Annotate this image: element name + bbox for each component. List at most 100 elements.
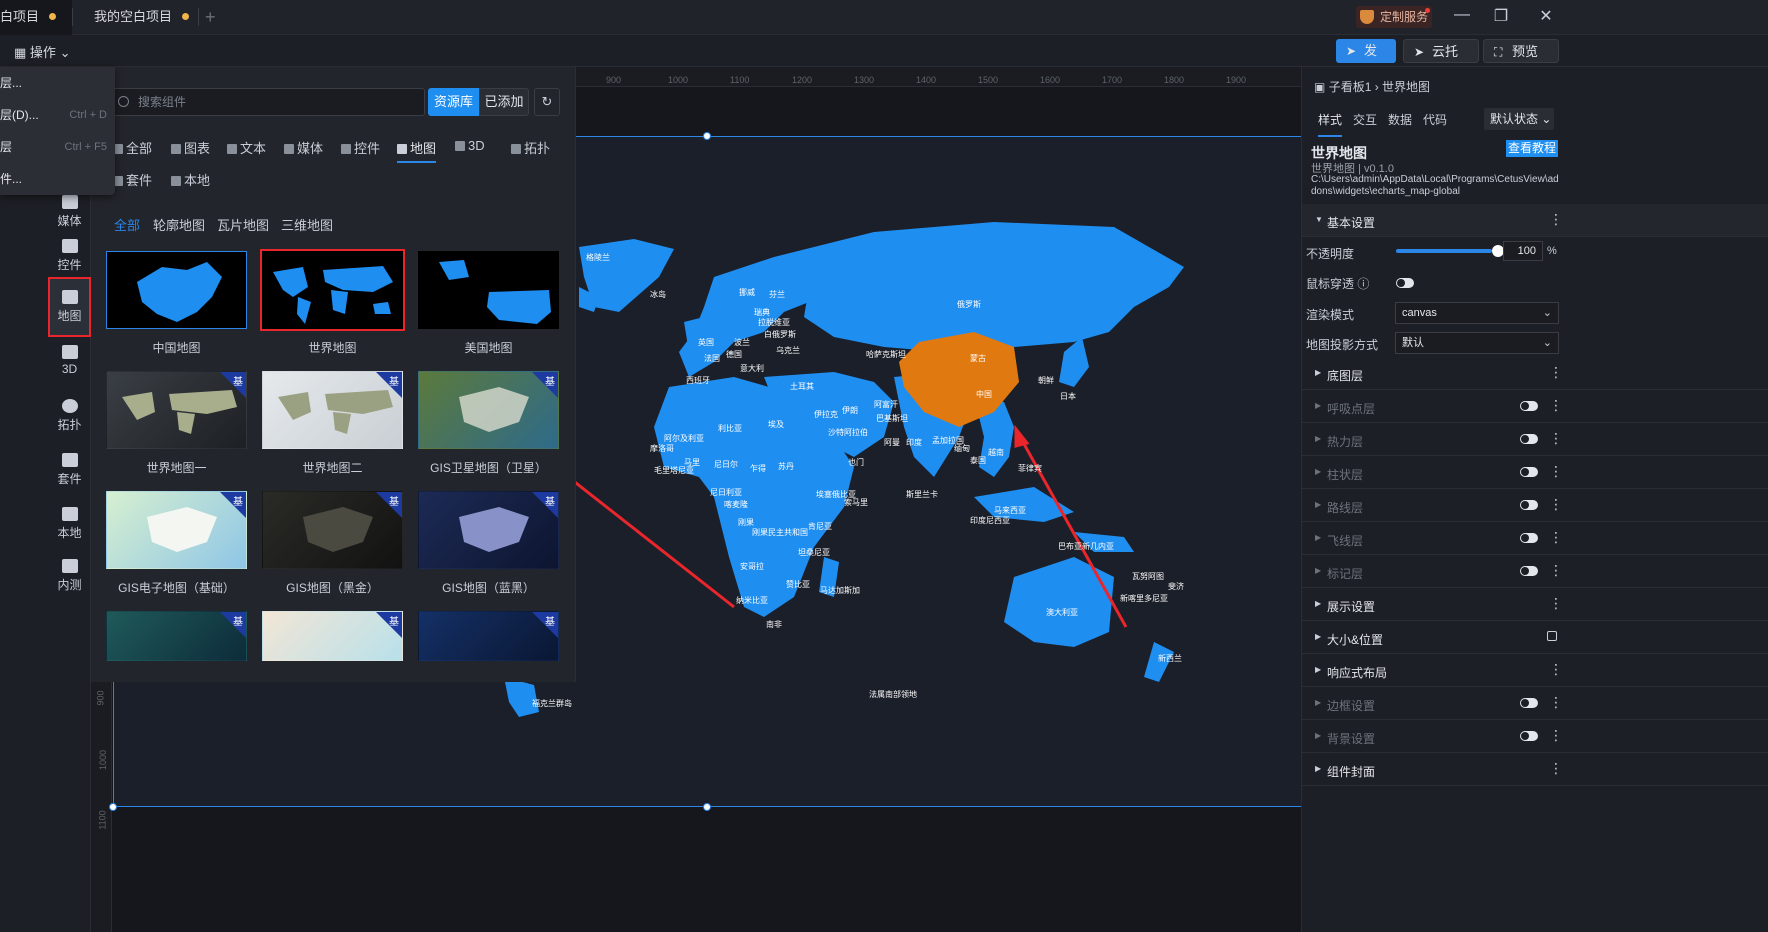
category-map[interactable]: 地图 xyxy=(397,138,437,163)
section-border-settings[interactable]: ▶ 边框设置 ⋮ xyxy=(1302,687,1768,720)
component-card-gis-basic[interactable]: 基 GIS电子地图（基础） xyxy=(106,491,247,596)
publish-button[interactable]: ➤发布 xyxy=(1336,39,1396,82)
resize-handle-top[interactable] xyxy=(703,132,711,140)
opacity-slider[interactable] xyxy=(1396,249,1492,253)
tab-data[interactable]: 数据 xyxy=(1388,111,1412,128)
component-card-gis-satellite[interactable]: 基 GIS卫星地图（卫星） xyxy=(418,371,559,476)
opacity-input[interactable]: 100 xyxy=(1503,241,1543,261)
rail-item-3d[interactable]: 3D xyxy=(48,345,91,376)
rail-item-beta[interactable]: 内测 xyxy=(48,559,91,593)
more-icon[interactable]: ⋮ xyxy=(1549,727,1563,744)
background-toggle[interactable] xyxy=(1520,731,1538,741)
component-card-gis-black-gold[interactable]: 基 GIS地图（黑金） xyxy=(262,491,403,596)
state-select[interactable]: 默认状态 ⌄ xyxy=(1484,108,1554,130)
lock-icon[interactable] xyxy=(1547,631,1557,641)
component-card-china-map[interactable]: 中国地图 xyxy=(106,251,247,356)
menu-item[interactable]: 层 Ctrl + F5 xyxy=(0,131,115,163)
component-card-world-map-1[interactable]: 基 世界地图一 xyxy=(106,371,247,476)
more-icon[interactable]: ⋮ xyxy=(1549,211,1563,228)
operation-menu-button[interactable]: ▦ 操作 ⌄ xyxy=(14,42,70,61)
section-size-position[interactable]: ▶ 大小&位置 xyxy=(1302,621,1768,654)
rail-item-local[interactable]: 本地 xyxy=(48,507,91,541)
more-icon[interactable]: ⋮ xyxy=(1549,694,1563,711)
view-tutorial-button[interactable]: 查看教程 xyxy=(1506,140,1558,157)
category-local[interactable]: 本地 xyxy=(171,170,210,189)
tab-blank-project[interactable]: 白项目 xyxy=(0,0,72,35)
section-marker-layer[interactable]: ▶ 标记层 ⋮ xyxy=(1302,555,1768,588)
section-route-layer[interactable]: ▶ 路线层 ⋮ xyxy=(1302,489,1768,522)
category-text[interactable]: 文本 xyxy=(227,138,266,157)
close-icon[interactable]: ✕ xyxy=(1536,6,1556,26)
component-card-world-map-2[interactable]: 基 世界地图二 xyxy=(262,371,403,476)
menu-item[interactable]: 件... xyxy=(0,163,115,195)
more-icon[interactable]: ⋮ xyxy=(1549,397,1563,414)
rail-item-map[interactable]: 地图 xyxy=(48,277,91,337)
render-mode-select[interactable]: canvas ⌄ xyxy=(1395,302,1559,324)
minimize-icon[interactable]: — xyxy=(1452,6,1472,24)
category-control[interactable]: 控件 xyxy=(341,138,380,157)
layer-toggle[interactable] xyxy=(1520,533,1538,543)
mouse-through-toggle[interactable] xyxy=(1396,278,1414,288)
tab-code[interactable]: 代码 xyxy=(1423,111,1447,128)
rail-item-topology[interactable]: 拓扑 xyxy=(48,399,91,433)
section-breathing-layer[interactable]: ▶ 呼吸点层 ⋮ xyxy=(1302,390,1768,423)
section-heat-layer[interactable]: ▶ 热力层 ⋮ xyxy=(1302,423,1768,456)
filter-tile-map[interactable]: 瓦片地图 xyxy=(217,215,269,234)
filter-3d-map[interactable]: 三维地图 xyxy=(281,215,333,234)
more-icon[interactable]: ⋮ xyxy=(1549,562,1563,579)
resize-handle-bottom[interactable] xyxy=(703,803,711,811)
menu-item[interactable]: 层(D)... Ctrl + D xyxy=(0,99,115,131)
filter-outline-map[interactable]: 轮廓地图 xyxy=(153,215,205,234)
more-icon[interactable]: ⋮ xyxy=(1549,661,1563,678)
more-icon[interactable]: ⋮ xyxy=(1549,463,1563,480)
more-icon[interactable]: ⋮ xyxy=(1549,529,1563,546)
section-background-settings[interactable]: ▶ 背景设置 ⋮ xyxy=(1302,720,1768,753)
tab-style[interactable]: 样式 xyxy=(1318,111,1343,137)
more-icon[interactable]: ⋮ xyxy=(1549,595,1563,612)
section-component-cover[interactable]: ▶ 组件封面 ⋮ xyxy=(1302,753,1768,786)
layer-toggle[interactable] xyxy=(1520,434,1538,444)
more-icon[interactable]: ⋮ xyxy=(1549,430,1563,447)
more-icon[interactable]: ⋮ xyxy=(1549,760,1563,777)
tab-my-blank-project[interactable]: 我的空白项目 xyxy=(82,0,198,35)
filter-all[interactable]: 全部 xyxy=(114,215,140,234)
menu-item[interactable]: 层... xyxy=(0,67,115,99)
rail-item-kit[interactable]: 套件 xyxy=(48,453,91,487)
component-card-world-map[interactable]: 世界地图 xyxy=(260,249,405,356)
custom-service-button[interactable]: 定制服务 xyxy=(1356,6,1432,28)
category-media[interactable]: 媒体 xyxy=(284,138,323,157)
border-toggle[interactable] xyxy=(1520,698,1538,708)
library-tab-button[interactable]: 资源库 xyxy=(428,88,479,116)
category-chart[interactable]: 图表 xyxy=(171,138,210,157)
rail-item-control[interactable]: 控件 xyxy=(48,239,91,273)
resize-handle-bottom-left[interactable] xyxy=(109,803,117,811)
layer-toggle[interactable] xyxy=(1520,401,1538,411)
category-3d[interactable]: 3D xyxy=(455,138,485,153)
section-display-settings[interactable]: ▶ 展示设置 ⋮ xyxy=(1302,588,1768,621)
added-tab-button[interactable]: 已添加 xyxy=(479,88,529,116)
cloud-host-button[interactable]: ➤云托管 xyxy=(1403,39,1479,83)
component-card-map-12[interactable]: 基 xyxy=(418,611,559,661)
search-input[interactable]: 搜索组件 xyxy=(109,88,425,116)
more-icon[interactable]: ⋮ xyxy=(1549,496,1563,513)
more-icon[interactable]: ⋮ xyxy=(1549,364,1563,381)
component-card-usa-map[interactable]: 美国地图 xyxy=(418,251,559,356)
section-basic-settings[interactable]: ▼ 基本设置 ⋮ xyxy=(1302,204,1768,237)
category-topology[interactable]: 拓扑 xyxy=(511,138,550,157)
section-base-layer[interactable]: ▶ 底图层 ⋮ xyxy=(1302,357,1768,390)
preview-button[interactable]: ⛶预览 ⌄ xyxy=(1483,39,1559,83)
section-flyline-layer[interactable]: ▶ 飞线层 ⋮ xyxy=(1302,522,1768,555)
layer-toggle[interactable] xyxy=(1520,566,1538,576)
component-card-gis-blue-black[interactable]: 基 GIS地图（蓝黑） xyxy=(418,491,559,596)
restore-icon[interactable]: ❐ xyxy=(1491,6,1511,26)
layer-toggle[interactable] xyxy=(1520,467,1538,477)
rail-item-media[interactable]: 媒体 xyxy=(48,195,91,229)
component-card-map-11[interactable]: 基 xyxy=(262,611,403,661)
layer-toggle[interactable] xyxy=(1520,500,1538,510)
component-card-map-10[interactable]: 基 xyxy=(106,611,247,661)
projection-select[interactable]: 默认 ⌄ xyxy=(1395,332,1559,354)
category-kit[interactable]: 套件 xyxy=(113,170,152,189)
refresh-icon[interactable]: ↻ xyxy=(534,88,560,116)
add-tab-icon[interactable]: + xyxy=(205,0,216,34)
section-bar-layer[interactable]: ▶ 柱状层 ⋮ xyxy=(1302,456,1768,489)
